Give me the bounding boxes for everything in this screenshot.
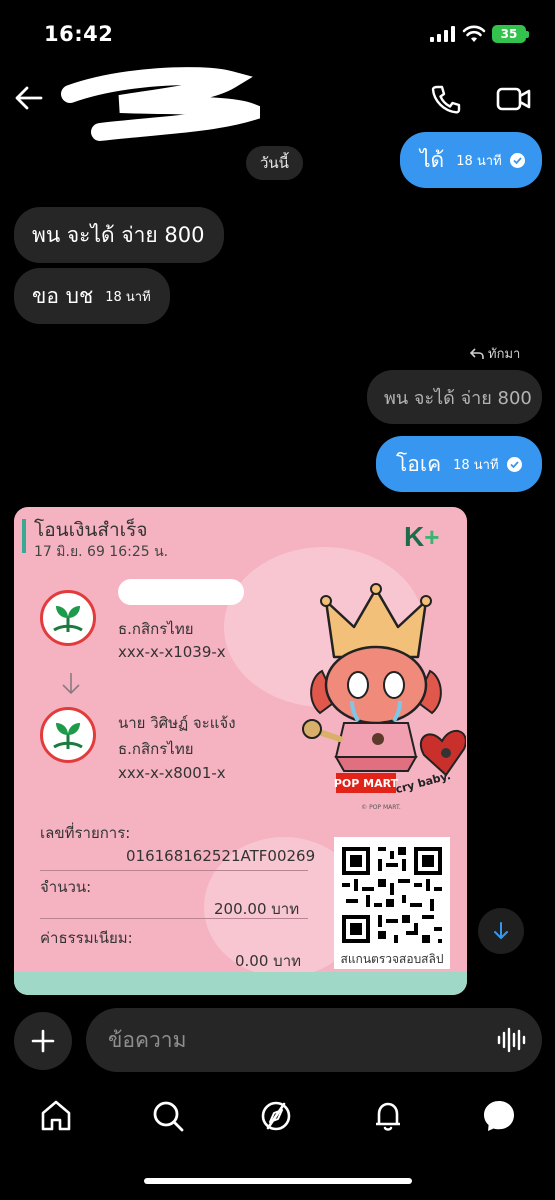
message-text: โอเค bbox=[396, 451, 442, 476]
search-icon[interactable] bbox=[150, 1098, 186, 1134]
crybaby-sticker-image: POP MART cry baby. © POP MART. bbox=[302, 583, 466, 811]
messenger-icon[interactable] bbox=[481, 1098, 517, 1134]
message-time: 18 นาที bbox=[453, 457, 499, 473]
video-call-icon[interactable] bbox=[496, 85, 532, 113]
arrow-down-icon bbox=[494, 922, 508, 939]
ref-value: 016168162521ATF00269 bbox=[126, 847, 316, 865]
divider bbox=[40, 870, 308, 871]
fee-label: ค่าธรรมเนียม: bbox=[40, 929, 133, 947]
slip-accent-bar bbox=[22, 519, 26, 553]
sender-bank: ธ.กสิกรไทย bbox=[118, 620, 194, 638]
popmart-logo-text: POP MART bbox=[334, 777, 399, 790]
day-separator: วันนี้ bbox=[246, 146, 303, 180]
qr-code-image bbox=[342, 847, 442, 943]
scroll-to-bottom-button[interactable] bbox=[478, 908, 524, 954]
plus-icon bbox=[31, 1029, 55, 1053]
status-time: 16:42 bbox=[44, 22, 114, 46]
kbank-logo-icon bbox=[40, 707, 96, 763]
sender-account: xxx-x-x1039-x bbox=[118, 643, 226, 661]
back-arrow-icon[interactable] bbox=[14, 84, 44, 112]
activity-icon[interactable] bbox=[370, 1098, 406, 1134]
phone-call-icon[interactable] bbox=[430, 84, 462, 114]
explore-icon[interactable] bbox=[258, 1098, 294, 1134]
receiver-account: xxx-x-x8001-x bbox=[118, 764, 226, 782]
reply-icon bbox=[470, 347, 484, 359]
battery-nub bbox=[526, 31, 529, 38]
receiver-name: นาย วิศิษฏ์ จะแจ้ง bbox=[118, 714, 236, 732]
message-time: 18 นาที bbox=[105, 289, 151, 305]
outgoing-message[interactable]: ได้ 18 นาที bbox=[400, 132, 542, 188]
ref-label: เลขที่รายการ: bbox=[40, 824, 131, 842]
seen-check-icon bbox=[506, 456, 522, 472]
home-icon[interactable] bbox=[38, 1098, 74, 1134]
message-text: ขอ บช bbox=[32, 283, 94, 308]
redacted-sender-name bbox=[118, 579, 244, 605]
battery-icon: 35 bbox=[492, 25, 526, 43]
incoming-message[interactable]: ขอ บช 18 นาที bbox=[14, 268, 170, 324]
outgoing-message[interactable]: โอเค 18 นาที bbox=[376, 436, 542, 492]
incoming-message[interactable]: พน จะได้ จ่าย 800 bbox=[14, 207, 224, 263]
popmart-copyright: © POP MART. bbox=[361, 804, 401, 811]
wifi-icon bbox=[462, 25, 486, 42]
message-time: 18 นาที bbox=[456, 153, 502, 169]
kplus-logo-plus: + bbox=[424, 522, 440, 552]
quoted-text: พน จะได้ จ่าย 800 bbox=[384, 387, 532, 409]
message-input-placeholder: ข้อความ bbox=[108, 1027, 187, 1052]
transfer-slip-image[interactable]: โอนเงินสำเร็จ 17 มิ.ย. 69 16:25 น. K+ ธ.… bbox=[14, 507, 467, 995]
qr-caption: สแกนตรวจสอบสลิป bbox=[340, 952, 444, 966]
seen-check-icon bbox=[509, 152, 525, 168]
home-indicator bbox=[144, 1178, 412, 1184]
fee-value: 0.00 บาท bbox=[235, 952, 301, 970]
message-input[interactable]: ข้อความ bbox=[86, 1008, 542, 1072]
quoted-message[interactable]: พน จะได้ จ่าย 800 bbox=[367, 370, 542, 424]
reply-label: ทักมา bbox=[470, 343, 520, 364]
message-text: พน จะได้ จ่าย 800 bbox=[32, 222, 205, 247]
kplus-logo-k: K bbox=[404, 521, 425, 552]
amount-label: จำนวน: bbox=[40, 878, 92, 896]
slip-footer-bar bbox=[14, 972, 467, 995]
signal-icon bbox=[430, 26, 455, 42]
crybaby-logo-text: cry baby. bbox=[394, 769, 452, 796]
receiver-bank: ธ.กสิกรไทย bbox=[118, 740, 194, 758]
divider bbox=[40, 918, 308, 919]
redacted-contact-name[interactable] bbox=[60, 66, 260, 146]
arrow-down-icon bbox=[62, 673, 80, 695]
kbank-logo-icon bbox=[40, 590, 96, 646]
reply-label-text: ทักมา bbox=[488, 347, 521, 362]
add-attachment-button[interactable] bbox=[14, 1012, 72, 1070]
voice-message-icon[interactable] bbox=[496, 1026, 526, 1054]
kplus-logo: K+ bbox=[404, 521, 439, 553]
slip-date: 17 มิ.ย. 69 16:25 น. bbox=[34, 544, 169, 560]
message-text: ได้ bbox=[420, 147, 445, 172]
